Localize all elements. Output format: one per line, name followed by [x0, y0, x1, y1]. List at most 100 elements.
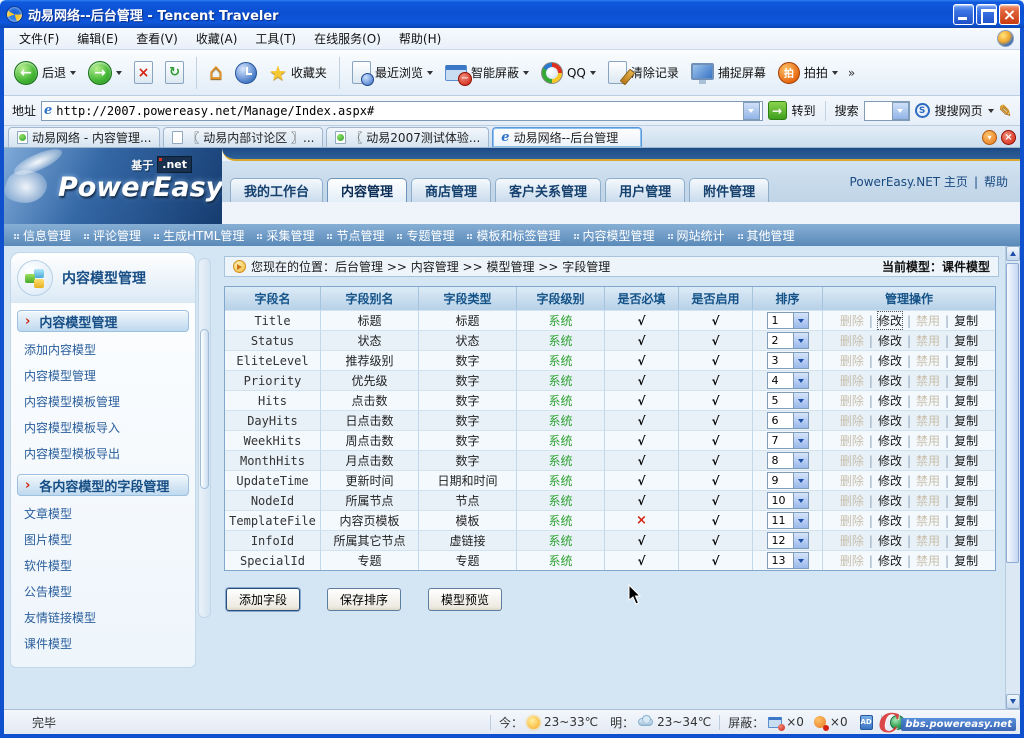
browser-tab[interactable]: 〖 动易内部讨论区 〗...: [163, 127, 323, 147]
nav-tab-附件管理[interactable]: 附件管理: [689, 178, 769, 202]
sort-select[interactable]: 13: [767, 552, 809, 569]
op-link[interactable]: 复制: [954, 532, 978, 549]
address-dropdown-icon[interactable]: [743, 102, 760, 120]
recent-dropdown-icon[interactable]: [427, 71, 433, 78]
forward-dropdown-icon[interactable]: [116, 71, 122, 78]
sidebar-group-header[interactable]: ›内容模型管理: [17, 310, 189, 332]
qq-dropdown-icon[interactable]: [590, 71, 596, 78]
menu-item[interactable]: 查看(V): [127, 30, 187, 47]
qq-button[interactable]: QQ: [537, 59, 600, 87]
browser-brand-icon[interactable]: [997, 30, 1014, 47]
subnav-item[interactable]: 网站统计: [668, 227, 725, 244]
tab-close-icon[interactable]: ×: [1001, 130, 1016, 145]
browser-tab[interactable]: 动易网络 - 内容管理...: [8, 127, 160, 147]
op-link[interactable]: 复制: [954, 372, 978, 389]
float-block-icon[interactable]: [814, 716, 826, 728]
op-link[interactable]: 修改: [878, 372, 902, 389]
smart-block-dropdown-icon[interactable]: [523, 71, 529, 78]
sidebar-group-header[interactable]: ›各内容模型的字段管理: [17, 474, 189, 496]
popup-block-icon[interactable]: [768, 717, 782, 728]
browser-tab[interactable]: 〖 动易2007测试体验...: [326, 127, 489, 147]
subnav-item[interactable]: 节点管理: [327, 227, 384, 244]
capture-screen-button[interactable]: 捕捉屏幕: [687, 61, 770, 84]
forward-button[interactable]: →: [84, 58, 126, 88]
search-engine-label[interactable]: 搜搜网页: [935, 102, 983, 119]
sort-select[interactable]: 9: [767, 472, 809, 489]
chevron-down-icon[interactable]: [793, 533, 808, 548]
subnav-item[interactable]: 其他管理: [738, 227, 795, 244]
chevron-down-icon[interactable]: [793, 473, 808, 488]
minimize-button[interactable]: [953, 4, 974, 25]
chevron-down-icon[interactable]: [793, 453, 808, 468]
tab-list-icon[interactable]: ▾: [982, 130, 997, 145]
sidebar-item[interactable]: 内容模型模板导出: [11, 441, 195, 467]
op-link[interactable]: 复制: [954, 332, 978, 349]
chevron-down-icon[interactable]: [793, 393, 808, 408]
op-link[interactable]: 修改: [878, 392, 902, 409]
sidebar-item[interactable]: 内容模型模板导入: [11, 415, 195, 441]
sort-select[interactable]: 10: [767, 492, 809, 509]
chevron-down-icon[interactable]: [793, 333, 808, 348]
menu-item[interactable]: 编辑(E): [68, 30, 127, 47]
op-link[interactable]: 修改: [878, 452, 902, 469]
op-link[interactable]: 复制: [954, 352, 978, 369]
paipai-dropdown-icon[interactable]: [832, 71, 838, 78]
search-input[interactable]: [864, 101, 910, 121]
menu-item[interactable]: 收藏(A): [187, 30, 247, 47]
sidebar-item[interactable]: 软件模型: [11, 553, 195, 579]
favorites-button[interactable]: ★ 收藏夹: [265, 58, 331, 88]
op-link[interactable]: 复制: [954, 452, 978, 469]
subnav-item[interactable]: 模板和标签管理: [467, 227, 560, 244]
menu-item[interactable]: 在线服务(O): [305, 30, 390, 47]
action-button[interactable]: 添加字段: [226, 588, 300, 611]
subnav-item[interactable]: 专题管理: [397, 227, 454, 244]
op-link[interactable]: 修改: [878, 352, 902, 369]
chevron-down-icon[interactable]: [793, 313, 808, 328]
history-button[interactable]: [231, 59, 261, 87]
sidebar-item[interactable]: 添加内容模型: [11, 337, 195, 363]
close-button[interactable]: [999, 4, 1020, 25]
op-link[interactable]: 复制: [954, 492, 978, 509]
paipai-button[interactable]: 拍 拍拍: [774, 59, 842, 87]
action-button[interactable]: 模型预览: [428, 588, 502, 611]
sort-select[interactable]: 8: [767, 452, 809, 469]
subnav-item[interactable]: 采集管理: [257, 227, 314, 244]
op-link[interactable]: 修改: [878, 492, 902, 509]
menu-item[interactable]: 帮助(H): [390, 30, 450, 47]
ad-filter-icon[interactable]: AD: [860, 715, 873, 730]
sidebar-scroll-thumb[interactable]: [200, 329, 209, 489]
recent-button[interactable]: 最近浏览: [348, 58, 437, 87]
go-label[interactable]: 转到: [792, 102, 816, 119]
sort-select[interactable]: 11: [767, 512, 809, 529]
chevron-down-icon[interactable]: [793, 493, 808, 508]
op-link[interactable]: 复制: [954, 552, 978, 569]
op-link[interactable]: 修改: [878, 472, 902, 489]
menu-item[interactable]: 文件(F): [10, 30, 68, 47]
back-dropdown-icon[interactable]: [70, 71, 76, 78]
scroll-thumb[interactable]: [1006, 263, 1019, 563]
sort-select[interactable]: 12: [767, 532, 809, 549]
subnav-item[interactable]: 内容模型管理: [574, 227, 655, 244]
op-link[interactable]: 修改: [878, 512, 902, 529]
subnav-item[interactable]: 评论管理: [84, 227, 141, 244]
menu-item[interactable]: 工具(T): [246, 30, 305, 47]
op-link[interactable]: 修改: [878, 412, 902, 429]
nav-tab-商店管理[interactable]: 商店管理: [411, 178, 491, 202]
op-link[interactable]: 复制: [954, 432, 978, 449]
nav-tab-内容管理[interactable]: 内容管理: [327, 178, 407, 202]
op-link[interactable]: 复制: [954, 412, 978, 429]
maximize-button[interactable]: [976, 4, 997, 25]
chevron-down-icon[interactable]: [793, 413, 808, 428]
sort-select[interactable]: 1: [767, 312, 809, 329]
search-dropdown-icon[interactable]: [892, 102, 909, 120]
toolbar-overflow-icon[interactable]: »: [848, 66, 855, 80]
back-button[interactable]: ← 后退: [10, 58, 80, 88]
nav-tab-客户关系管理[interactable]: 客户关系管理: [495, 178, 601, 202]
refresh-button[interactable]: ↻: [161, 58, 188, 87]
sidebar-item[interactable]: 内容模型管理: [11, 363, 195, 389]
sidebar-item[interactable]: 文章模型: [11, 501, 195, 527]
sidebar-item[interactable]: 友情链接模型: [11, 605, 195, 631]
home-button[interactable]: ⌂: [205, 60, 227, 86]
search-engine-dropdown-icon[interactable]: [988, 109, 994, 116]
op-link[interactable]: 修改: [878, 532, 902, 549]
